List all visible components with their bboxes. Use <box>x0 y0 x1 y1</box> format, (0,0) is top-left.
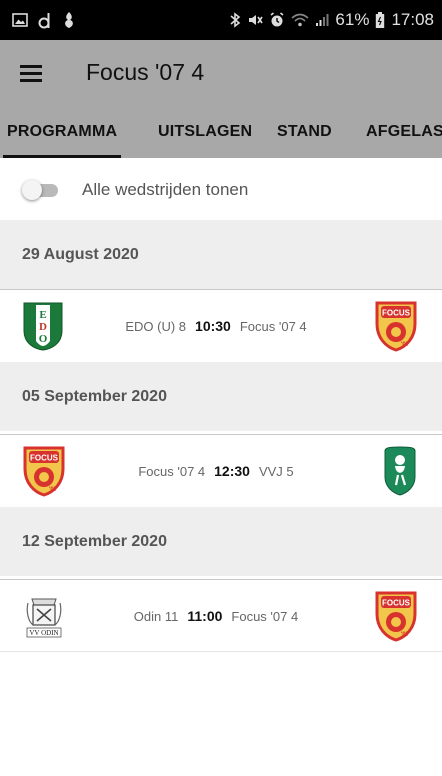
date-header: 05 September 2020 <box>0 362 442 431</box>
focus-logo-icon: FOCUS '07 <box>375 301 417 352</box>
away-team: Focus '07 4 <box>231 608 299 624</box>
home-team: EDO (U) 8 <box>125 318 187 334</box>
alarm-icon <box>269 12 285 28</box>
status-bar: 61% 17:08 <box>0 0 442 40</box>
tab-programma[interactable]: PROGRAMMA <box>2 105 122 158</box>
edo-logo-icon: E D O <box>23 302 63 351</box>
list-end-divider <box>0 651 442 652</box>
tab-stand[interactable]: STAND <box>277 105 332 158</box>
toggle-label: Alle wedstrijden tonen <box>82 180 249 199</box>
match-time: 11:00 <box>187 608 223 624</box>
bluetooth-icon <box>229 12 241 28</box>
app-icon <box>62 11 76 29</box>
tab-afgelast[interactable]: AFGELAST <box>366 105 442 158</box>
status-time: 17:08 <box>391 10 434 29</box>
focus-logo-icon: FOCUS '07 <box>23 446 65 497</box>
odin-logo-icon: VV ODIN <box>26 598 62 638</box>
d-icon <box>38 12 52 29</box>
wifi-icon <box>291 13 309 27</box>
match-row[interactable]: VV ODIN Odin 11 11:00 Focus '07 4 FOCUS … <box>0 579 442 651</box>
svg-text:'07: '07 <box>49 487 58 493</box>
away-team: VVJ 5 <box>258 463 294 479</box>
mute-icon <box>247 12 264 28</box>
show-all-matches-toggle[interactable] <box>22 180 62 200</box>
svg-text:'07: '07 <box>401 342 410 348</box>
app-bar: Focus '07 4 <box>0 40 442 105</box>
gallery-icon <box>12 12 28 28</box>
svg-text:FOCUS: FOCUS <box>382 599 411 608</box>
status-left-icons <box>12 11 76 29</box>
tab-uitslagen[interactable]: UITSLAGEN <box>158 105 252 158</box>
tab-bar: PROGRAMMA UITSLAGEN STAND AFGELAST <box>0 105 442 158</box>
svg-text:FOCUS: FOCUS <box>382 309 411 318</box>
svg-text:D: D <box>39 321 47 333</box>
battery-icon <box>375 11 385 29</box>
home-team: Focus '07 4 <box>138 463 206 479</box>
match-time: 10:30 <box>195 318 231 334</box>
match-info: EDO (U) 8 10:30 Focus '07 4 <box>70 290 362 362</box>
svg-text:VV ODIN: VV ODIN <box>29 629 58 637</box>
svg-text:'07: '07 <box>401 632 410 638</box>
svg-text:E: E <box>39 309 46 321</box>
match-time: 12:30 <box>214 463 250 479</box>
match-row[interactable]: FOCUS '07 Focus '07 4 12:30 VVJ 5 <box>0 434 442 506</box>
svg-text:O: O <box>39 333 48 345</box>
page-title: Focus '07 4 <box>86 59 205 85</box>
vvj-logo-icon <box>384 446 416 496</box>
show-all-matches-row: Alle wedstrijden tonen <box>0 164 442 216</box>
date-header: 12 September 2020 <box>0 507 442 576</box>
focus-logo-icon: FOCUS '07 <box>375 591 417 642</box>
match-info: Focus '07 4 12:30 VVJ 5 <box>70 435 362 507</box>
match-info: Odin 11 11:00 Focus '07 4 <box>70 580 362 652</box>
away-team: Focus '07 4 <box>239 318 307 334</box>
match-row[interactable]: E D O EDO (U) 8 10:30 Focus '07 4 FOCUS … <box>0 289 442 361</box>
signal-icon <box>315 13 329 27</box>
home-team: Odin 11 <box>133 608 179 624</box>
status-right-icons: 61% 17:08 <box>229 10 434 30</box>
date-header: 29 August 2020 <box>0 220 442 289</box>
hamburger-menu-icon[interactable] <box>20 63 46 83</box>
battery-percent: 61% <box>335 10 370 29</box>
svg-text:FOCUS: FOCUS <box>30 454 59 463</box>
